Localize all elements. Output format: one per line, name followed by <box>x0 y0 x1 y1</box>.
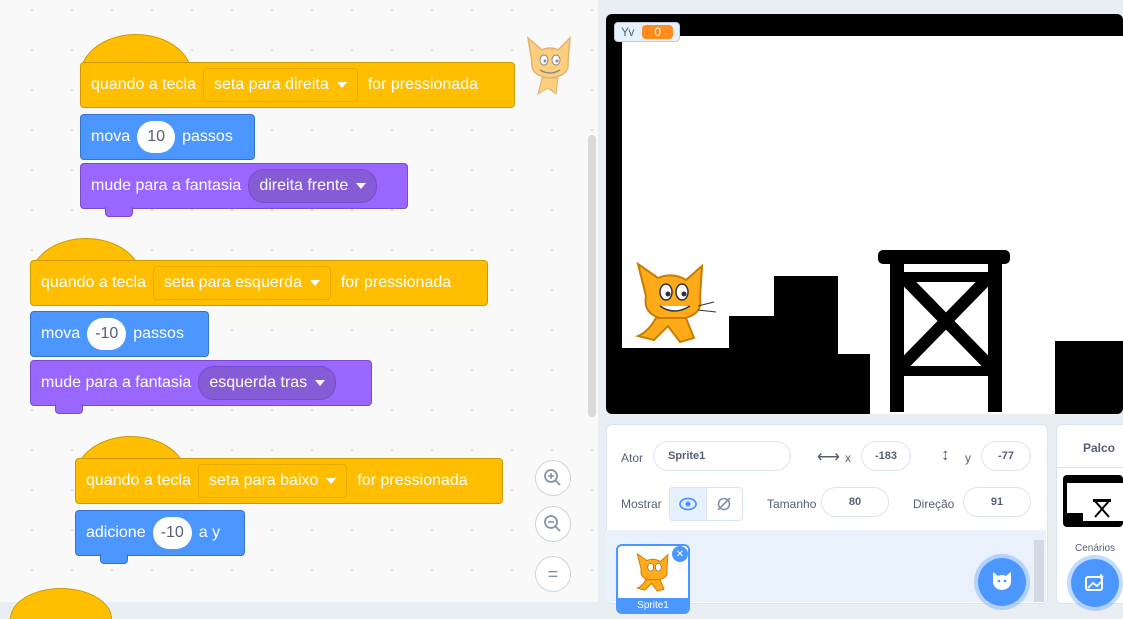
x-input[interactable]: -183 <box>861 441 911 471</box>
dropdown-caret-icon <box>336 82 347 88</box>
x-arrow-icon: ⟷ <box>817 449 840 466</box>
change-suffix-label: a y <box>198 524 221 541</box>
stage-panel-title: Palco <box>1083 441 1116 455</box>
delete-sprite-button[interactable]: ✕ <box>672 546 688 562</box>
steps-suffix-label: passos <box>133 325 184 342</box>
eye-slash-icon <box>717 497 731 511</box>
switch-costume-block[interactable]: mude para a fantasia esquerda tras <box>30 360 372 414</box>
stage-scenery <box>622 250 1123 414</box>
show-button[interactable] <box>670 488 706 520</box>
backdrop-thumbnail[interactable] <box>1063 475 1123 527</box>
steps-input[interactable]: 10 <box>137 121 176 153</box>
zoom-reset-icon: = <box>547 563 559 584</box>
direction-input[interactable]: 91 <box>963 487 1031 517</box>
monitor-label: Yv <box>621 25 635 39</box>
block-notch <box>100 554 128 564</box>
backdrops-label: Cenários <box>1075 543 1116 554</box>
key-dropdown-value: seta para esquerda <box>163 274 302 291</box>
costume-label: mude para a fantasia <box>41 374 192 391</box>
zoom-reset-button[interactable]: = <box>535 556 571 592</box>
sprite-thumbnail <box>635 552 669 592</box>
sprite-label: Ator <box>621 451 644 465</box>
x-label: x <box>845 451 851 465</box>
hat-suffix-label: for pressionada <box>340 274 452 291</box>
dropdown-caret-icon <box>309 280 320 286</box>
visibility-toggle <box>669 487 743 521</box>
key-dropdown[interactable]: seta para direita <box>202 68 358 102</box>
y-arrow-icon: ↕ <box>941 445 950 464</box>
direction-label: Direção <box>913 497 955 511</box>
change-y-input[interactable]: -10 <box>152 517 192 549</box>
costume-dropdown[interactable]: direita frente <box>248 169 378 203</box>
block-notch <box>55 404 83 414</box>
code-area-scrollbar[interactable] <box>588 135 596 417</box>
block-notch <box>105 207 133 217</box>
monitor-value: 0 <box>642 25 674 39</box>
sprite-name-input[interactable]: Sprite1 <box>653 441 791 471</box>
stage-panel[interactable]: Palco Cenários <box>1056 424 1123 607</box>
zoom-in-button[interactable] <box>535 460 571 496</box>
when-key-pressed-block[interactable]: quando a tecla seta para esquerda for pr… <box>30 260 488 306</box>
costume-label: mude para a fantasia <box>91 177 242 194</box>
key-dropdown[interactable]: seta para baixo <box>197 464 348 498</box>
close-icon: ✕ <box>675 548 685 560</box>
sprite-list: Sprite1 ✕ <box>606 530 1046 614</box>
move-steps-block[interactable]: mova -10 passos <box>30 311 209 357</box>
sprite-cat-icon <box>522 32 578 96</box>
y-label: y <box>965 451 971 465</box>
when-key-pressed-block[interactable]: quando a tecla seta para direita for pre… <box>80 62 515 108</box>
zoom-in-icon <box>544 469 561 486</box>
steps-suffix-label: passos <box>182 128 233 145</box>
key-dropdown[interactable]: seta para esquerda <box>152 266 331 300</box>
sprite-tile-label: Sprite1 <box>618 598 688 612</box>
hat-prefix-label: quando a tecla <box>91 76 196 93</box>
hat-suffix-label: for pressionada <box>357 472 468 489</box>
move-label: mova <box>41 325 81 342</box>
choose-sprite-button[interactable] <box>978 558 1026 606</box>
hide-button[interactable] <box>705 488 743 520</box>
hat-prefix-label: quando a tecla <box>41 274 146 291</box>
costume-dropdown-value: esquerda tras <box>209 374 308 391</box>
change-y-block[interactable]: adicione -10 a y <box>75 510 245 564</box>
show-label: Mostrar <box>621 497 662 511</box>
sprite-list-scrollbar[interactable] <box>1034 540 1044 602</box>
zoom-out-icon <box>544 515 561 532</box>
key-dropdown-value: seta para baixo <box>208 472 319 489</box>
hat-prefix-label: quando a tecla <box>86 472 191 489</box>
costume-dropdown-value: direita frente <box>259 177 349 194</box>
when-key-pressed-block[interactable]: quando a tecla seta para baixo for press… <box>75 458 503 504</box>
stage-canvas[interactable] <box>622 36 1123 414</box>
steps-input[interactable]: -10 <box>87 318 127 350</box>
zoom-out-button[interactable] <box>535 506 571 542</box>
change-label: adicione <box>86 524 146 541</box>
eye-icon <box>678 497 697 511</box>
cat-sprite[interactable] <box>628 256 718 344</box>
code-area[interactable]: quando a tecla seta para direita for pre… <box>0 0 598 619</box>
switch-costume-block[interactable]: mude para a fantasia direita frente <box>80 163 408 217</box>
variable-monitor[interactable]: Yv 0 <box>614 22 681 42</box>
size-input[interactable]: 80 <box>821 487 889 517</box>
dropdown-caret-icon <box>356 183 367 189</box>
image-add-icon <box>1085 574 1104 591</box>
stage[interactable] <box>606 14 1123 414</box>
size-label: Tamanho <box>767 497 817 511</box>
y-input[interactable]: -77 <box>981 441 1031 471</box>
dropdown-caret-icon <box>326 478 337 484</box>
key-dropdown-value: seta para direita <box>213 76 329 93</box>
hat-suffix-label: for pressionada <box>367 76 479 93</box>
partial-hat-block[interactable] <box>10 588 112 619</box>
dropdown-caret-icon <box>315 380 326 386</box>
stage-panel-divider <box>1057 467 1123 468</box>
costume-dropdown[interactable]: esquerda tras <box>198 366 337 400</box>
choose-backdrop-button[interactable] <box>1071 559 1119 607</box>
move-steps-block[interactable]: mova 10 passos <box>80 114 255 160</box>
move-label: mova <box>91 128 131 145</box>
cat-add-icon <box>992 572 1012 590</box>
